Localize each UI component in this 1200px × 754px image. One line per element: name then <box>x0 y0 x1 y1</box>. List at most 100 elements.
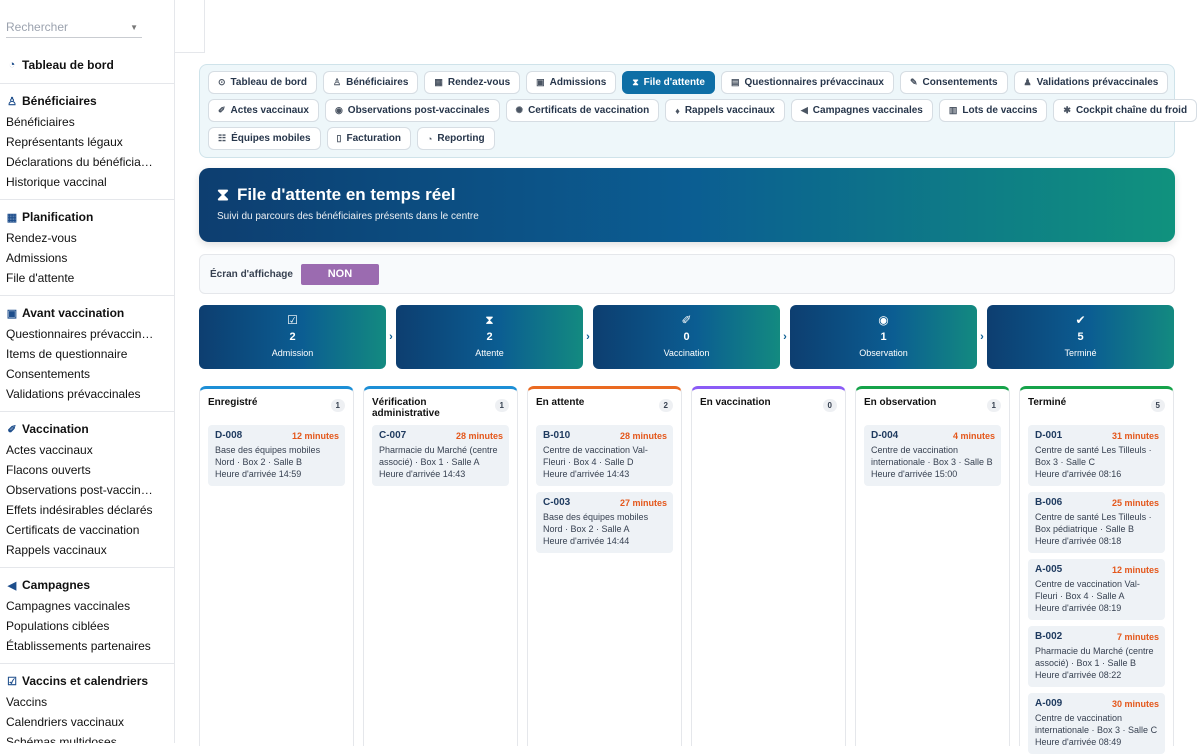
tab-item[interactable]: ✱ Cockpit chaîne du froid <box>1053 99 1198 122</box>
patient-card[interactable]: B-010 28 minutes Centre de vaccination Val… <box>536 425 673 486</box>
ticket-number: B-006 <box>1035 497 1063 508</box>
tab-label: Consentements <box>922 77 998 88</box>
sidebar-item[interactable]: File d'attente <box>0 268 160 288</box>
sidebar-item[interactable]: Consentements <box>0 364 160 384</box>
sidebar-item[interactable]: Campagnes vaccinales <box>0 596 160 616</box>
page-header: ⧗ File d'attente en temps réel Suivi du … <box>199 168 1175 242</box>
stage-icon: ✔ <box>1075 313 1086 327</box>
patient-card[interactable]: C-007 28 minutes Pharmacie du Marché (cent… <box>372 425 509 486</box>
tab-label: Certificats de vaccination <box>528 105 650 116</box>
card-location: Centre de santé Les Tilleuls · Box pédia… <box>1035 512 1152 534</box>
sidebar-item[interactable]: Calendriers vaccinaux <box>0 712 160 732</box>
sidebar-item[interactable]: Populations ciblées <box>0 616 160 636</box>
card-header: A-005 12 minutes <box>1035 564 1159 575</box>
sidebar-section: ◀ Campagnes Campagnes vaccinales Population… <box>0 568 174 664</box>
tab-item[interactable]: ♦ Rappels vaccinaux <box>665 99 785 122</box>
tab-item[interactable]: ▤ Questionnaires prévaccinaux <box>720 71 894 94</box>
sidebar-item[interactable]: Observations post-vaccin… <box>0 480 160 500</box>
column-header: Terminé 5 <box>1028 397 1165 419</box>
tab-item[interactable]: ▯ Facturation <box>326 127 411 150</box>
tab-item[interactable]: ♟ Validations prévaccinales <box>1013 71 1169 94</box>
sidebar-section-3[interactable]: ▣ Avant vaccination <box>0 302 174 324</box>
card-header: B-002 7 minutes <box>1035 631 1159 642</box>
tab-item[interactable]: ▥ Lots de vaccins <box>938 99 1048 122</box>
tab-item[interactable]: ◔ Reporting <box>416 127 495 150</box>
search-select[interactable]: Rechercher ▼ <box>6 14 142 38</box>
tab-item[interactable]: ✐ Actes vaccinaux <box>208 99 319 122</box>
wait-duration: 12 minutes <box>1111 564 1159 575</box>
calendar-check-icon: ☑ <box>7 675 17 688</box>
arrival-time: Heure d'arrivée 08:16 <box>1035 469 1122 479</box>
arrival-time: Heure d'arrivée 08:19 <box>1035 603 1122 613</box>
sidebar-section-1[interactable]: ♙ Bénéficiaires <box>0 90 174 112</box>
tab-item[interactable]: ♙ Bénéficiaires <box>323 71 419 94</box>
chevron-right-icon: › <box>586 331 590 343</box>
display-screen-toggle[interactable]: NON <box>300 263 379 285</box>
tab-item[interactable]: ◉ Observations post-vaccinales <box>324 99 500 122</box>
sidebar-item[interactable]: Effets indésirables déclarés <box>0 500 160 520</box>
tab-item[interactable]: ✺ Certificats de vaccination <box>505 99 660 122</box>
sidebar-section: ◔ Tableau de bord <box>0 48 174 84</box>
sidebar-item[interactable]: Validations prévaccinales <box>0 384 160 404</box>
sidebar-section-5[interactable]: ◀ Campagnes <box>0 574 174 596</box>
sidebar-item[interactable]: Admissions <box>0 248 160 268</box>
queue-column: En observation 1 D-004 4 minutes Centre de v… <box>855 386 1010 746</box>
sidebar-item[interactable]: Questionnaires prévaccin… <box>0 324 160 344</box>
patient-card[interactable]: B-006 25 minutes Centre de santé Les Tille… <box>1028 492 1165 553</box>
tab-item[interactable]: ◀ Campagnes vaccinales <box>790 99 933 122</box>
column-count-badge: 5 <box>1150 399 1165 412</box>
sidebar-section-6[interactable]: ☑ Vaccins et calendriers <box>0 670 174 692</box>
sidebar-item[interactable]: Bénéficiaires <box>0 112 160 132</box>
tab-item[interactable]: ⧗ File d'attente <box>622 71 715 94</box>
sidebar-item[interactable]: Historique vaccinal <box>0 172 160 192</box>
stage-label: Admission <box>271 348 314 358</box>
sidebar-section-2[interactable]: ▦ Planification <box>0 206 174 228</box>
sidebar-item[interactable]: Rappels vaccinaux <box>0 540 160 560</box>
megaphone-icon: ◀ <box>7 579 17 592</box>
sidebar-item[interactable]: Actes vaccinaux <box>0 440 160 460</box>
tab-item[interactable]: ✎ Consentements <box>899 71 1008 94</box>
sidebar-item[interactable]: Vaccins <box>0 692 160 712</box>
people-icon: ♙ <box>7 95 17 108</box>
patient-card[interactable]: D-008 12 minutes Base des équipes mobiles … <box>208 425 345 486</box>
tab-label: File d'attente <box>643 77 705 88</box>
tab-label: Tableau de bord <box>230 77 308 88</box>
tab-item[interactable]: ▣ Admissions <box>526 71 617 94</box>
tab-item[interactable]: ⊙ Tableau de bord <box>208 71 318 94</box>
queue-board: Enregistré 1 D-008 12 minutes Base des équip… <box>199 386 1175 754</box>
sidebar-item[interactable]: Représentants légaux <box>0 132 160 152</box>
card-location: Centre de santé Les Tilleuls · Box 3 · S… <box>1035 445 1152 467</box>
caret-down-icon[interactable]: ▼ <box>130 23 138 32</box>
arrival-time: Heure d'arrivée 15:00 <box>871 469 958 479</box>
patient-card[interactable]: D-004 4 minutes Centre de vaccination inte… <box>864 425 1001 486</box>
patient-card[interactable]: B-002 7 minutes Pharmacie du Marché (centr… <box>1028 626 1165 687</box>
tab-row: ☷ Équipes mobiles ▯ Facturation ◔ Reporting <box>208 127 1166 150</box>
tab-item[interactable]: ☷ Équipes mobiles <box>208 127 321 150</box>
sidebar-item[interactable]: Flacons ouverts <box>0 460 160 480</box>
sidebar-item[interactable]: Items de questionnaire <box>0 344 160 364</box>
display-screen-bar: Écran d'affichage NON <box>199 254 1175 294</box>
patient-card[interactable]: D-001 31 minutes Centre de santé Les Tille… <box>1028 425 1165 486</box>
patient-card[interactable]: C-003 27 minutes Base des équipes mobiles … <box>536 492 673 553</box>
sidebar-item[interactable]: Schémas multidoses <box>0 732 160 743</box>
stage-icon: ✐ <box>681 313 692 327</box>
tab-icon: ♙ <box>333 77 342 87</box>
tab-label: Admissions <box>549 77 607 88</box>
tab-icon: ◉ <box>334 105 343 115</box>
chevron-right-icon: › <box>783 331 787 343</box>
card-header: A-009 30 minutes <box>1035 698 1159 709</box>
sidebar-section-0[interactable]: ◔ Tableau de bord <box>0 54 174 76</box>
sidebar-item[interactable]: Déclarations du bénéficia… <box>0 152 160 172</box>
main-content: ⊙ Tableau de bord ♙ Bénéficiaires ▦ Rendez-vo… <box>199 64 1198 754</box>
wait-duration: 31 minutes <box>1111 430 1159 441</box>
tab-item[interactable]: ▦ Rendez-vous <box>424 71 521 94</box>
sidebar-item[interactable]: Établissements partenaires <box>0 636 160 656</box>
sidebar-section-title: Vaccination <box>22 422 89 436</box>
patient-card[interactable]: A-009 30 minutes Centre de vaccination int… <box>1028 693 1165 754</box>
sidebar-item[interactable]: Certificats de vaccination <box>0 520 160 540</box>
sidebar-section-4[interactable]: ✐ Vaccination <box>0 418 174 440</box>
patient-card[interactable]: A-005 12 minutes Centre de vaccination Val… <box>1028 559 1165 620</box>
wait-duration: 4 minutes <box>952 430 995 441</box>
sidebar-item[interactable]: Rendez-vous <box>0 228 160 248</box>
ticket-number: C-007 <box>379 430 407 441</box>
